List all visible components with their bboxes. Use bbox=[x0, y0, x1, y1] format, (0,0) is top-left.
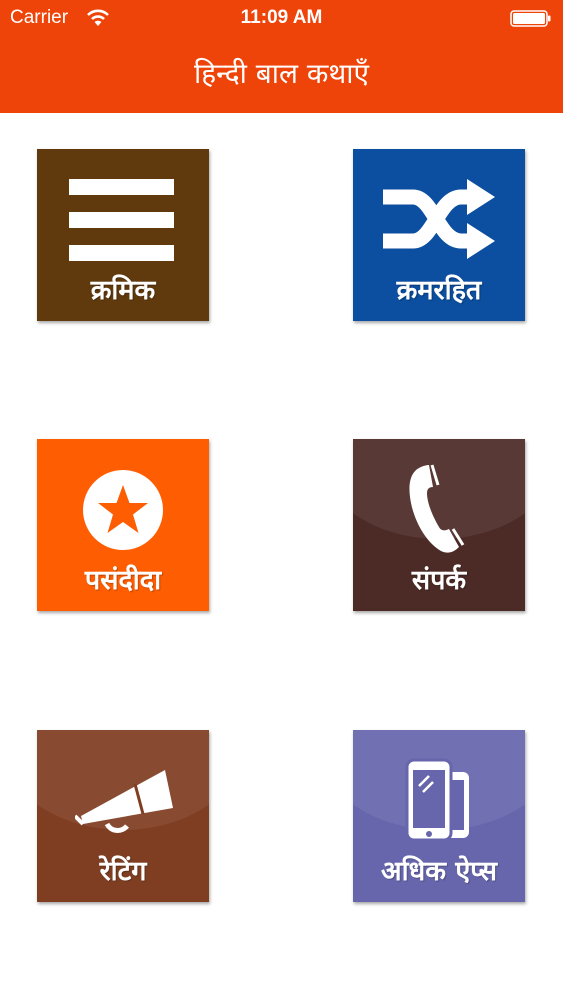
tile-label: अधिक ऐप्स bbox=[380, 856, 498, 887]
tile-label: क्रमरहित bbox=[396, 275, 482, 306]
page-title: हिन्दी बाल कथाएँ bbox=[193, 57, 370, 90]
app-header: Carrier 11:09 AM हिन्दी बाल कथाएँ bbox=[0, 0, 563, 113]
phone-icon bbox=[409, 464, 465, 553]
megaphone-icon bbox=[75, 770, 173, 833]
devices-icon bbox=[405, 758, 469, 842]
rating-button[interactable]: रेटिंग bbox=[37, 730, 209, 902]
battery-icon bbox=[510, 10, 551, 27]
tile-label: पसंदीदा bbox=[84, 565, 162, 596]
star-icon bbox=[83, 470, 163, 550]
status-time: 11:09 AM bbox=[240, 7, 323, 28]
more-apps-button[interactable]: अधिक ऐप्स bbox=[353, 730, 525, 902]
tile-label: क्रमिक bbox=[90, 275, 156, 306]
random-stories-button[interactable]: क्रमरहित bbox=[353, 149, 525, 321]
status-bar: Carrier 11:09 AM bbox=[0, 0, 563, 36]
list-icon bbox=[69, 179, 174, 261]
sequential-stories-button[interactable]: क्रमिक bbox=[37, 149, 209, 321]
favorites-button[interactable]: पसंदीदा bbox=[37, 439, 209, 611]
tile-label: संपर्क bbox=[411, 565, 467, 596]
shuffle-icon bbox=[383, 179, 495, 259]
contact-button[interactable]: संपर्क bbox=[353, 439, 525, 611]
tile-label: रेटिंग bbox=[99, 856, 147, 887]
